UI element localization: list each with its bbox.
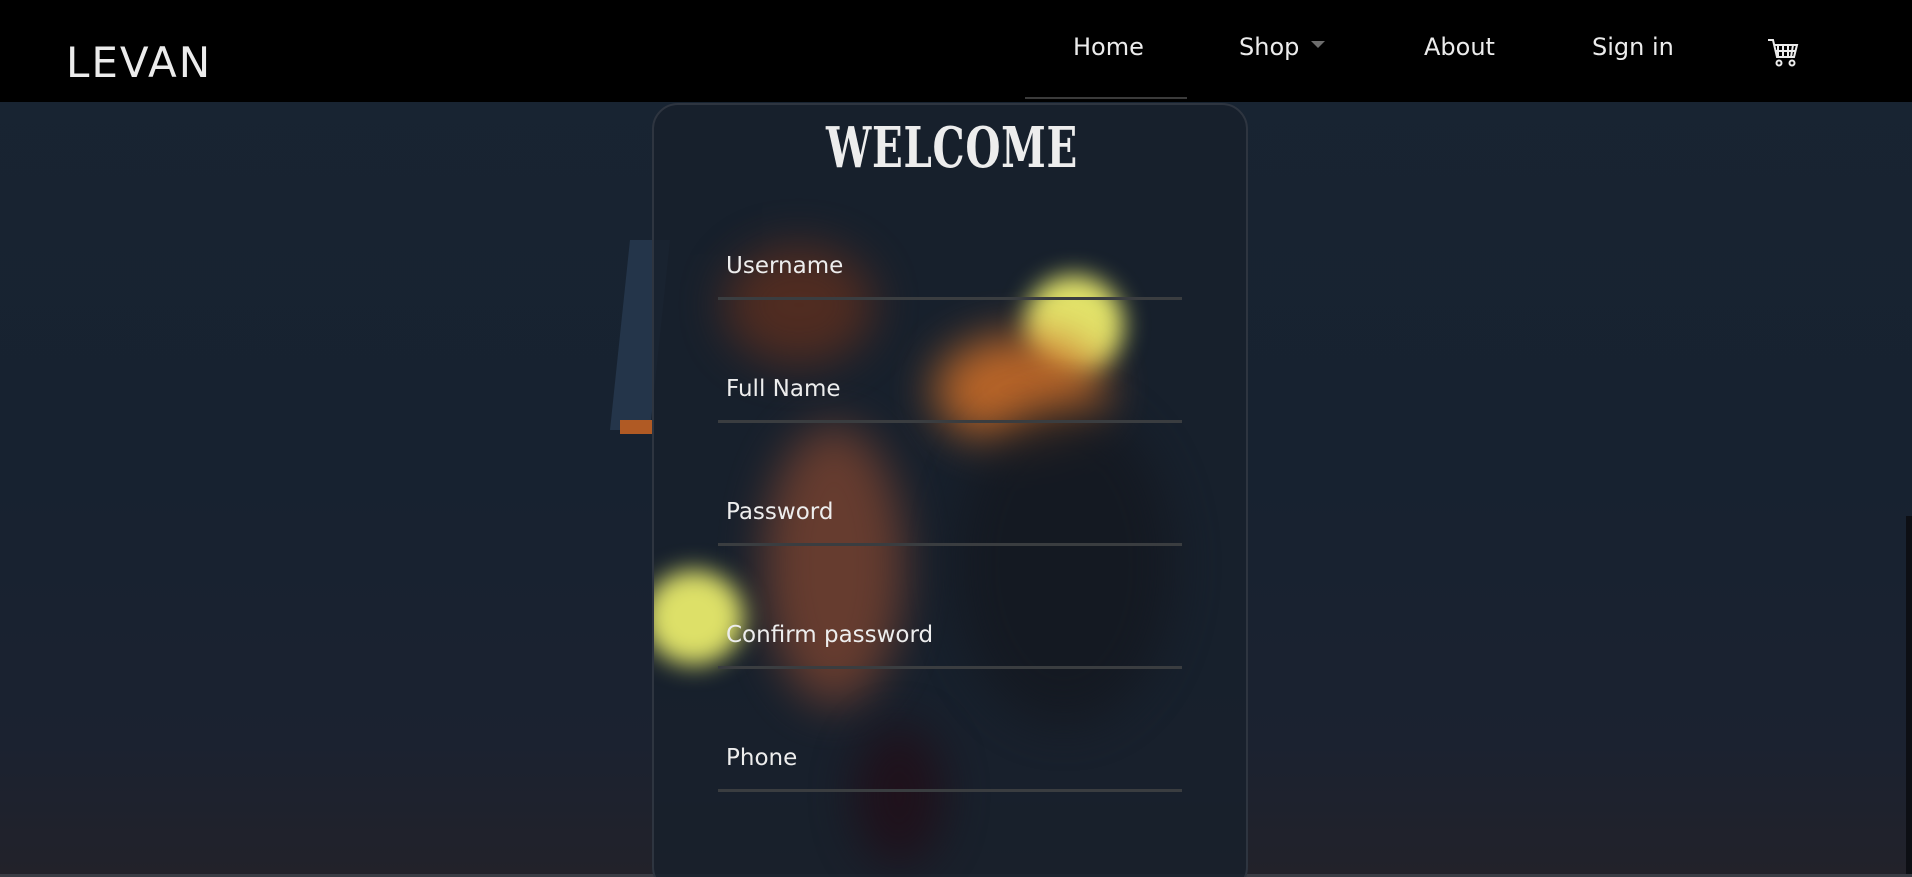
password-input[interactable] (718, 493, 1182, 531)
confirm-password-field (718, 616, 1182, 669)
nav-shop-label: Shop (1239, 33, 1300, 61)
brand-logo[interactable]: LEVAN (66, 38, 212, 87)
signup-card: WELCOME (652, 103, 1248, 877)
username-input[interactable] (718, 247, 1182, 285)
nav-shop-dropdown[interactable]: Shop (1239, 33, 1326, 61)
signup-form: WELCOME (654, 105, 1246, 877)
field-underline (718, 420, 1182, 423)
field-underline (718, 543, 1182, 546)
background-panel-accent (620, 420, 654, 434)
nav-home-link[interactable]: Home (1073, 33, 1144, 61)
phone-input[interactable] (718, 739, 1182, 777)
caret-down-icon (1311, 40, 1326, 48)
password-field (718, 493, 1182, 546)
welcome-title: WELCOME (826, 115, 1078, 181)
background-edge-strip (1906, 516, 1912, 877)
field-underline (718, 297, 1182, 300)
nav-about-link[interactable]: About (1424, 33, 1495, 61)
field-underline (718, 666, 1182, 669)
phone-field (718, 739, 1182, 792)
active-nav-underline (1025, 97, 1187, 99)
full-name-field (718, 370, 1182, 423)
full-name-input[interactable] (718, 370, 1182, 408)
top-navbar: LEVAN Home Shop About Sign in (0, 0, 1912, 102)
confirm-password-input[interactable] (718, 616, 1182, 654)
field-underline (718, 789, 1182, 792)
cart-icon[interactable] (1766, 36, 1800, 68)
nav-signin-link[interactable]: Sign in (1592, 33, 1674, 61)
username-field (718, 247, 1182, 300)
